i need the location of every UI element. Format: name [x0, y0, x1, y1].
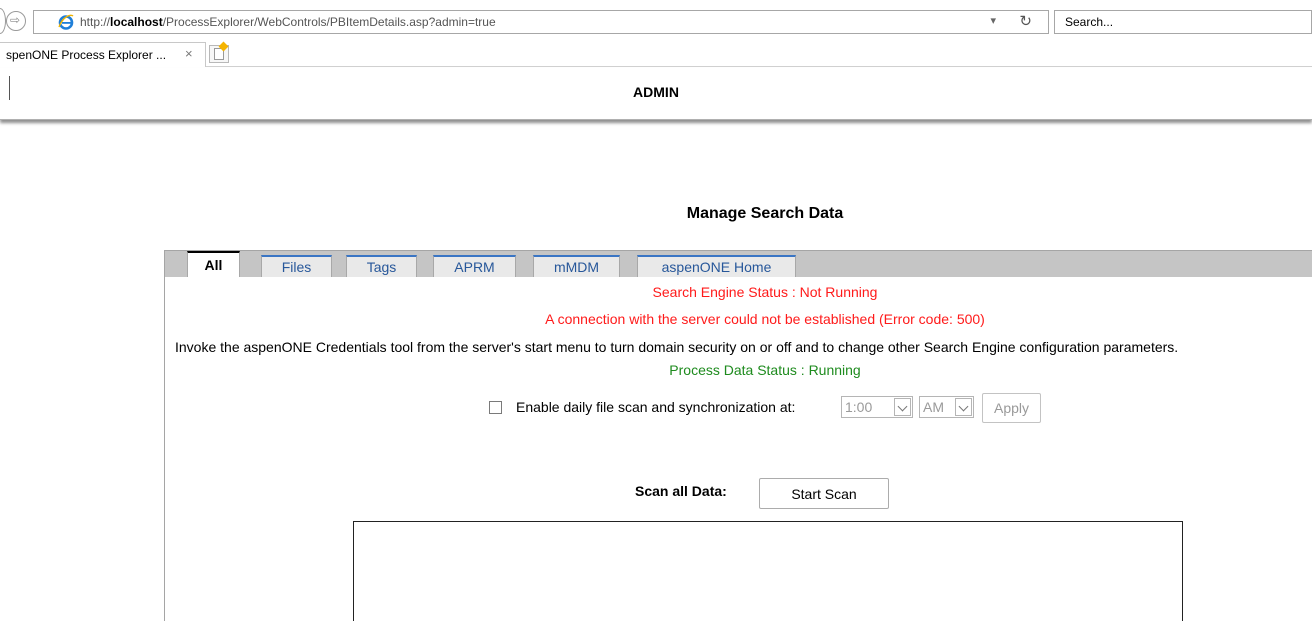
- scan-time-select[interactable]: 1:00: [841, 396, 913, 418]
- tab-aprm[interactable]: APRM: [433, 255, 516, 278]
- scan-all-data-label: Scan all Data:: [635, 483, 727, 499]
- data-source-tabs: All Files Tags APRM mMDM aspenONE Home: [164, 250, 1312, 278]
- tab-mmdm[interactable]: mMDM: [533, 255, 620, 278]
- scan-ampm-select[interactable]: AM: [919, 396, 974, 418]
- scan-log-box: [353, 521, 1183, 621]
- ie-logo-icon: [58, 14, 74, 30]
- search-engine-status: Search Engine Status : Not Running: [652, 284, 878, 300]
- close-tab-icon[interactable]: ×: [185, 46, 193, 61]
- admin-header: ADMIN: [0, 68, 1312, 120]
- address-dropdown-icon[interactable]: ▾: [990, 14, 996, 27]
- browser-search-box[interactable]: [1054, 10, 1312, 34]
- tab-aspenone-home[interactable]: aspenONE Home: [637, 255, 796, 278]
- tab-tags[interactable]: Tags: [346, 255, 417, 278]
- tab-files[interactable]: Files: [261, 255, 332, 278]
- apply-button[interactable]: Apply: [982, 393, 1041, 423]
- browser-tab-row: spenONE Process Explorer ... ×: [0, 40, 1312, 67]
- enable-daily-scan-label: Enable daily file scan and synchronizati…: [516, 399, 796, 415]
- credentials-instruction: Invoke the aspenONE Credentials tool fro…: [175, 339, 1179, 355]
- forward-button[interactable]: [6, 11, 26, 31]
- chevron-down-icon: [894, 398, 911, 416]
- new-tab-button[interactable]: [209, 41, 229, 63]
- browser-tab-title: spenONE Process Explorer ...: [6, 48, 167, 62]
- scan-ampm-value: AM: [923, 399, 944, 415]
- tab-panel-all: Search Engine Status : Not Running A con…: [164, 277, 1312, 621]
- browser-search-input[interactable]: [1055, 11, 1311, 33]
- url-text: http://localhost/ProcessExplorer/WebCont…: [80, 15, 496, 29]
- address-bar[interactable]: http://localhost/ProcessExplorer/WebCont…: [33, 10, 1049, 34]
- scan-time-value: 1:00: [845, 399, 873, 415]
- browser-tab-active[interactable]: spenONE Process Explorer ... ×: [0, 42, 206, 67]
- admin-title: ADMIN: [633, 84, 679, 100]
- process-data-status: Process Data Status : Running: [669, 362, 861, 378]
- start-scan-button[interactable]: Start Scan: [759, 478, 889, 509]
- refresh-icon[interactable]: ↻: [1019, 12, 1032, 30]
- browser-address-row: http://localhost/ProcessExplorer/WebCont…: [0, 0, 1312, 40]
- enable-daily-scan-checkbox[interactable]: [489, 401, 502, 414]
- chevron-down-icon: [955, 398, 972, 416]
- page-title: Manage Search Data: [686, 205, 844, 222]
- connection-error-message: A connection with the server could not b…: [545, 311, 985, 327]
- tab-all[interactable]: All: [187, 251, 240, 278]
